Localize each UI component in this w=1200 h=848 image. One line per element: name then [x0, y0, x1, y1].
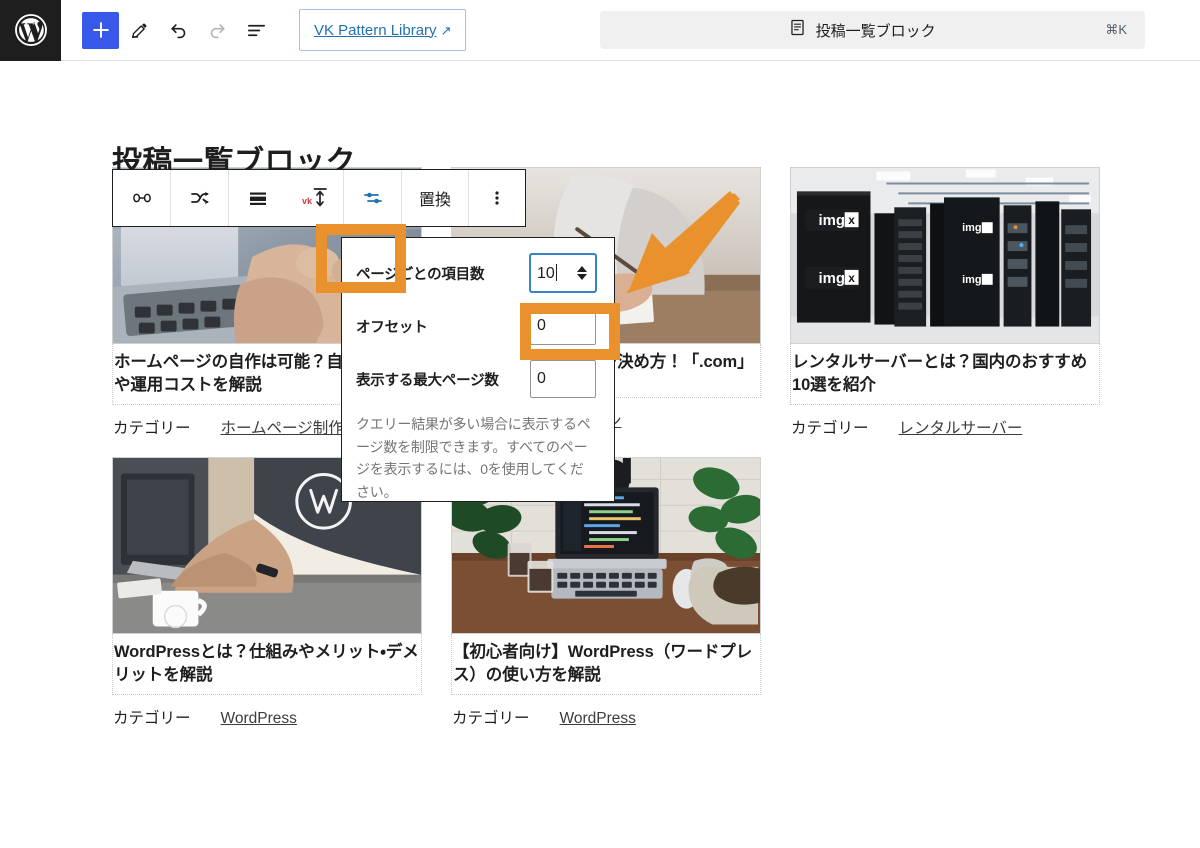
more-options-button[interactable] — [469, 170, 525, 226]
svg-text:img: img — [818, 213, 844, 229]
items-per-page-input[interactable]: 10 — [530, 254, 596, 292]
external-link-icon: ↗ — [441, 24, 452, 37]
offset-input[interactable]: 0 — [530, 307, 596, 345]
offset-value: 0 — [537, 318, 589, 334]
edit-tool-button[interactable] — [121, 12, 158, 49]
command-k-shortcut: ⌘K — [1105, 22, 1127, 38]
post-category-link[interactable]: WordPress — [560, 710, 636, 728]
post-category-link[interactable]: レンタルサーバー — [899, 416, 1023, 438]
max-pages-help-text: クエリー結果が多い場合に表示するページ数を制限できます。すべてのページを表示する… — [356, 413, 596, 504]
svg-text:img: img — [962, 274, 981, 286]
redo-arrow-icon — [206, 19, 229, 42]
items-per-page-value: 10 — [537, 265, 555, 282]
offset-field: オフセット 0 — [356, 307, 596, 345]
top-bar-tool-group: VK Pattern Library ↗ — [61, 0, 466, 61]
block-toolbar: vk — [112, 169, 526, 227]
shuffle-arrows-icon — [188, 186, 212, 210]
document-title: 投稿一覧ブロック — [816, 20, 936, 41]
offset-label: オフセット — [356, 316, 428, 337]
pencil-icon — [129, 20, 150, 41]
vk-pattern-library-button[interactable]: VK Pattern Library ↗ — [299, 9, 466, 51]
block-type-icon-button[interactable] — [113, 170, 170, 226]
block-toolbar-group-more — [469, 170, 525, 226]
undo-arrow-icon — [167, 19, 190, 42]
post-card-rental-server[interactable]: img x img x — [790, 167, 1100, 438]
document-icon — [788, 18, 807, 42]
add-block-button[interactable] — [82, 12, 119, 49]
query-settings-popover: ページごとの項目数 10 オフセット 0 表示する最大ページ数 0 クエリー結果… — [341, 237, 615, 502]
post-meta: カテゴリー WordPress — [451, 706, 761, 728]
transform-button[interactable] — [171, 170, 228, 226]
post-meta-label: カテゴリー — [113, 706, 191, 728]
items-per-page-stepper[interactable] — [575, 266, 589, 280]
svg-text:img: img — [818, 271, 844, 287]
post-thumbnail-data-center-racks[interactable]: img x img x — [790, 167, 1100, 344]
block-toolbar-group-settings — [344, 170, 402, 226]
three-dots-vertical-icon — [487, 186, 507, 210]
stepper-down-icon[interactable] — [577, 274, 587, 280]
wordpress-logo-icon — [14, 13, 48, 47]
redo-button[interactable] — [199, 12, 236, 49]
editor-canvas: 投稿一覧ブロック — [0, 61, 1200, 848]
vertical-align-icon: vk — [300, 185, 330, 211]
max-pages-label: 表示する最大ページ数 — [356, 369, 499, 390]
post-title[interactable]: WordPressとは？仕組みやメリット・デメリットを解説 — [114, 641, 420, 688]
post-title-wrap[interactable]: WordPressとは？仕組みやメリット・デメリットを解説 — [112, 634, 422, 695]
items-per-page-label: ページごとの項目数 — [356, 263, 484, 284]
block-toolbar-group-transform — [171, 170, 229, 226]
max-pages-value: 0 — [537, 371, 589, 387]
vk-pattern-library-label: VK Pattern Library — [314, 22, 437, 39]
document-title-center: 投稿一覧ブロック — [618, 18, 1105, 42]
settings-button[interactable] — [344, 170, 401, 226]
block-toolbar-group-type — [113, 170, 171, 226]
text-caret — [556, 264, 557, 281]
post-title[interactable]: 【初心者向け】WordPress（ワードプレス）の使い方を解説 — [453, 641, 759, 688]
document-title-bar[interactable]: 投稿一覧ブロック ⌘K — [600, 11, 1145, 49]
max-pages-field: 表示する最大ページ数 0 — [356, 360, 596, 398]
align-button[interactable] — [229, 170, 286, 226]
svg-text:img: img — [962, 222, 981, 234]
post-meta-label: カテゴリー — [452, 706, 530, 728]
max-pages-input[interactable]: 0 — [530, 360, 596, 398]
post-meta: カテゴリー レンタルサーバー — [790, 416, 1100, 438]
items-per-page-field: ページごとの項目数 10 — [356, 254, 596, 292]
stepper-up-icon[interactable] — [577, 266, 587, 272]
block-toolbar-group-align: vk — [229, 170, 344, 226]
align-full-width-icon — [246, 186, 270, 210]
editor-top-bar: VK Pattern Library ↗ 投稿一覧ブロック ⌘K — [0, 0, 1200, 61]
post-title-wrap[interactable]: レンタルサーバーとは？国内のおすすめ10選を紹介 — [790, 344, 1100, 405]
post-title[interactable]: レンタルサーバーとは？国内のおすすめ10選を紹介 — [792, 351, 1098, 398]
post-meta-label: カテゴリー — [113, 416, 191, 438]
list-view-button[interactable] — [238, 12, 275, 49]
plus-icon — [90, 19, 112, 41]
post-meta-label: カテゴリー — [791, 416, 869, 438]
undo-button[interactable] — [160, 12, 197, 49]
block-toolbar-group-replace: 置換 — [402, 170, 469, 226]
svg-text:vk: vk — [302, 196, 313, 206]
svg-text:x: x — [848, 213, 855, 227]
post-category-link[interactable]: ホームページ制作 — [221, 416, 344, 438]
vertical-align-button[interactable]: vk — [286, 170, 343, 226]
sliders-icon — [361, 186, 385, 210]
post-meta: カテゴリー WordPress — [112, 706, 422, 728]
list-view-icon — [245, 19, 268, 42]
post-title-wrap[interactable]: 【初心者向け】WordPress（ワードプレス）の使い方を解説 — [451, 634, 761, 695]
wordpress-logo-button[interactable] — [0, 0, 61, 61]
replace-button[interactable]: 置換 — [402, 170, 468, 226]
infinity-loop-icon — [130, 186, 154, 210]
post-category-link[interactable]: WordPress — [221, 710, 297, 728]
svg-text:x: x — [848, 271, 855, 285]
